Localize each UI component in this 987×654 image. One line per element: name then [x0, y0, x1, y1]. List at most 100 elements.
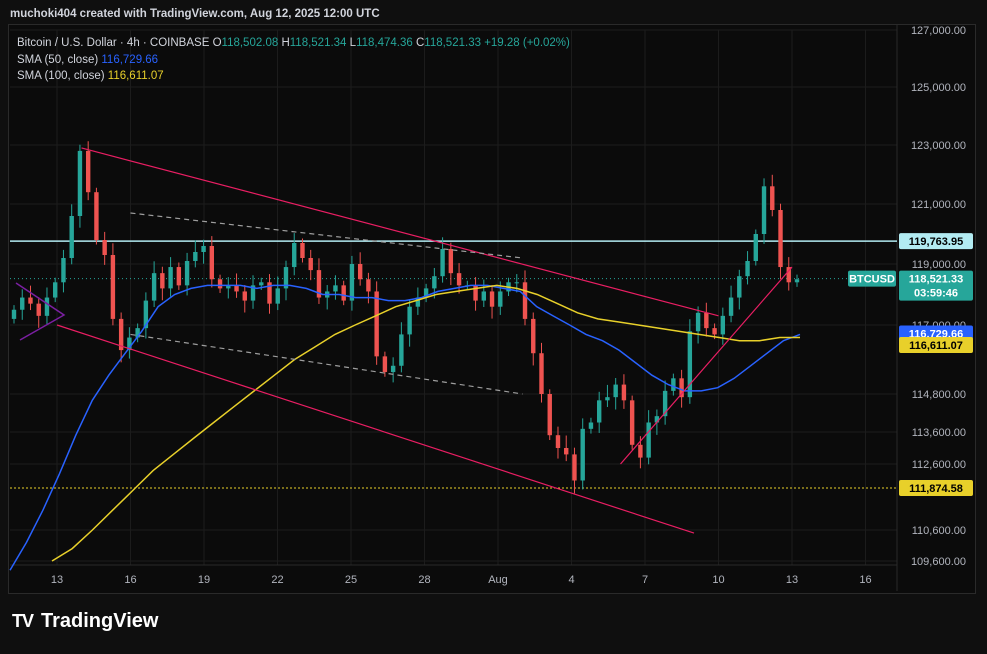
resistance-price-tag-text: 119,763.95 — [909, 236, 963, 248]
y-tick-label: 123,000.00 — [911, 140, 966, 152]
tradingview-logo-icon: TV — [12, 611, 34, 631]
candle-body — [201, 246, 206, 252]
candle-body — [481, 291, 486, 301]
candle-body — [407, 306, 412, 335]
candle-body — [151, 273, 157, 301]
sma100-line — [51, 284, 800, 562]
candle-body — [432, 276, 437, 289]
candle-body — [572, 454, 577, 481]
y-tick-label: 110,600.00 — [912, 525, 966, 537]
candle-body — [638, 444, 643, 458]
brand-name: TradingView — [41, 610, 159, 632]
candle-body — [61, 258, 66, 283]
candle-body — [69, 216, 74, 258]
candle-body — [629, 400, 635, 445]
current-price-tag-text: 118,521.33 — [909, 274, 963, 286]
candle-body — [514, 282, 519, 284]
candle-body — [193, 252, 198, 261]
candle-body — [770, 186, 775, 210]
x-tick-label: 28 — [418, 574, 430, 586]
candle-body — [36, 303, 41, 316]
candle-body — [308, 258, 313, 271]
candle-body — [374, 291, 379, 357]
candle-body — [20, 297, 25, 310]
y-tick-label: 125,000.00 — [911, 82, 966, 94]
candle-body — [671, 378, 676, 391]
trendline-channel-upper — [81, 147, 719, 317]
candle-body — [382, 356, 388, 373]
sma100-label: SMA (100, close) — [17, 70, 105, 82]
candle-body — [399, 334, 404, 366]
sma100-price-tag-text: 116,611.07 — [909, 340, 963, 352]
low-value: 118,474.36 — [356, 37, 413, 49]
candle-body — [209, 246, 215, 280]
price-chart[interactable]: 127,000.00 125,000.00 123,000.00 121,000.00… — [0, 0, 987, 654]
candle-body — [275, 288, 280, 304]
open-value: 118,502.08 — [221, 37, 279, 49]
candle-body — [720, 315, 726, 335]
candle-body — [349, 264, 355, 301]
y-tick-label: 113,600.00 — [912, 427, 966, 439]
y-tick-label: 121,000.00 — [911, 199, 966, 211]
sma100-row[interactable]: SMA (100, close) 116,611.07 — [17, 68, 570, 85]
sma50-row[interactable]: SMA (50, close) 116,729.66 — [17, 52, 570, 69]
candle-body — [613, 384, 618, 398]
candle-body — [761, 186, 767, 234]
candle-body — [564, 448, 569, 455]
candle-body — [489, 291, 495, 307]
candle-body — [242, 291, 247, 301]
candle-body — [687, 331, 693, 398]
candle-body — [234, 285, 239, 292]
trendline-dashed-upper — [130, 212, 523, 259]
candle-body — [259, 282, 264, 286]
candle-body — [456, 273, 462, 286]
y-tick-label: 127,000.00 — [911, 25, 966, 37]
candle-body — [440, 249, 445, 277]
candle-body — [28, 297, 33, 304]
y-tick-label: 114,800.00 — [912, 389, 966, 401]
candle-body — [745, 261, 750, 277]
candle-body — [85, 150, 91, 193]
change-value: +19.28 (+0.02%) — [484, 37, 570, 49]
x-tick-label: 16 — [124, 574, 136, 586]
x-tick-label: 10 — [712, 574, 724, 586]
candle-body — [448, 249, 454, 274]
trendline-dashed-lower — [130, 333, 523, 395]
x-tick-label: 25 — [345, 574, 357, 586]
candle-body — [357, 264, 363, 280]
candle-body — [102, 240, 107, 255]
candle-body — [44, 297, 50, 316]
close-value: 118,521.33 — [424, 37, 481, 49]
symbol-label[interactable]: Bitcoin / U.S. Dollar · 4h · COINBASE — [17, 37, 209, 49]
candle-body — [292, 243, 297, 268]
tradingview-brand[interactable]: TV TradingView — [12, 610, 158, 633]
candle-body — [712, 328, 717, 335]
x-tick-label: 7 — [642, 574, 648, 586]
candle-body — [704, 312, 709, 329]
symbol-tag-text: BTCUSD — [849, 274, 895, 286]
candle-body — [77, 150, 83, 216]
candle-body — [728, 297, 734, 316]
candle-body — [11, 309, 17, 319]
candle-body — [94, 192, 99, 240]
candle-body — [498, 291, 503, 307]
y-tick-label: 119,000.00 — [912, 259, 966, 271]
candle-body — [522, 282, 528, 319]
candle-body — [300, 243, 305, 258]
candle-body — [695, 312, 701, 332]
candle-body — [596, 400, 602, 423]
high-label: H — [281, 37, 290, 49]
candle-body — [366, 279, 371, 292]
candle-body — [539, 353, 544, 394]
x-tick-label: 13 — [51, 574, 63, 586]
candle-body — [555, 435, 561, 448]
candle-body — [217, 279, 223, 289]
current-price-tag-countdown: 03:59:46 — [914, 288, 958, 300]
candle-body — [621, 384, 627, 401]
sma50-label: SMA (50, close) — [17, 53, 99, 66]
ohlc-row: Bitcoin / U.S. Dollar · 4h · COINBASE O1… — [17, 35, 570, 52]
candle-body — [53, 282, 58, 298]
x-tick-label: Aug — [488, 574, 508, 586]
candle-body — [737, 276, 742, 298]
open-label: O — [212, 37, 222, 49]
